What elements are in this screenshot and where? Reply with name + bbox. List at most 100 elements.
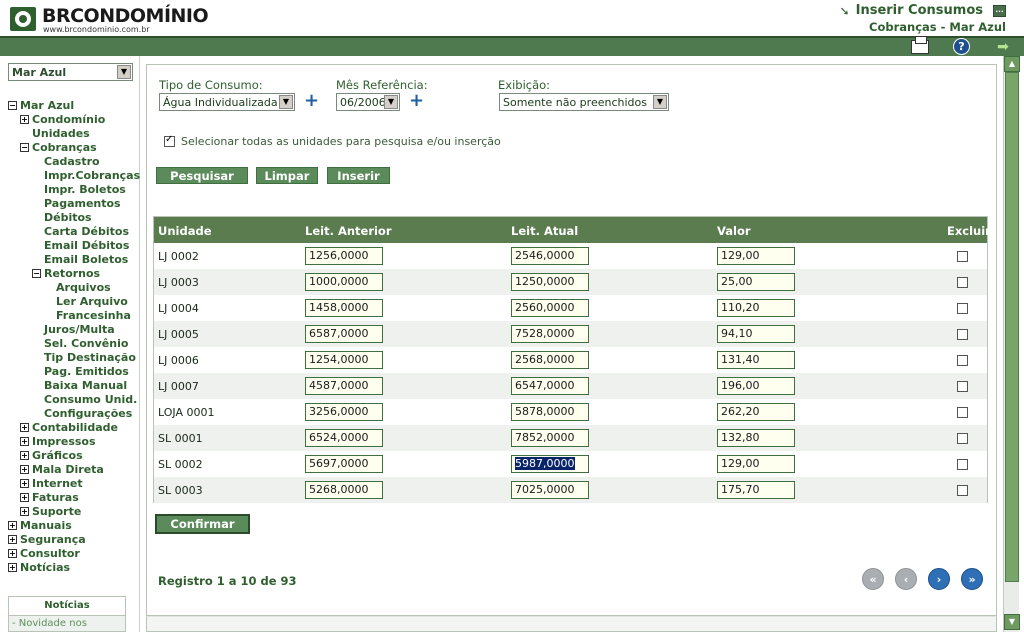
- leit-anterior-input[interactable]: 5268,0000: [305, 481, 383, 499]
- sidebar-item[interactable]: Pagamentos: [8, 196, 138, 210]
- sidebar-item[interactable]: Email Boletos: [8, 252, 138, 266]
- mes-referencia-select[interactable]: 06/2006 ▼: [336, 93, 400, 111]
- exit-icon[interactable]: ➡: [994, 39, 1012, 55]
- expand-icon[interactable]: +: [20, 478, 29, 488]
- sidebar-item[interactable]: + Internet: [8, 476, 138, 490]
- prev-page-icon[interactable]: ‹: [895, 568, 917, 590]
- leit-anterior-input[interactable]: 1000,0000: [305, 273, 383, 291]
- first-page-icon[interactable]: «: [862, 568, 884, 590]
- last-page-icon[interactable]: »: [961, 568, 983, 590]
- sidebar-item[interactable]: + Mala Direta: [8, 462, 138, 476]
- expand-icon[interactable]: +: [20, 492, 29, 502]
- sidebar-item[interactable]: + Consultor: [8, 546, 138, 560]
- sidebar-item[interactable]: Configurações: [8, 406, 138, 420]
- expand-icon[interactable]: +: [8, 534, 17, 544]
- leit-anterior-input[interactable]: 1254,0000: [305, 351, 383, 369]
- leit-atual-input[interactable]: 5878,0000: [511, 403, 589, 421]
- excluir-checkbox[interactable]: [957, 303, 968, 314]
- confirmar-button[interactable]: Confirmar: [155, 514, 250, 534]
- leit-atual-input[interactable]: 7528,0000: [511, 325, 589, 343]
- page-scrollbar[interactable]: ▲ ▼: [1003, 56, 1020, 632]
- valor-input[interactable]: 196,00: [717, 377, 795, 395]
- valor-input[interactable]: 25,00: [717, 273, 795, 291]
- sidebar-item[interactable]: Impr.Cobranças: [8, 168, 140, 182]
- sidebar-item[interactable]: − Retornos: [8, 266, 138, 280]
- chevron-down-icon[interactable]: ▼: [279, 95, 293, 109]
- leit-anterior-input[interactable]: 1256,0000: [305, 247, 383, 265]
- valor-input[interactable]: 262,20: [717, 403, 795, 421]
- sidebar-item[interactable]: Pag. Emitidos: [8, 364, 138, 378]
- add-mes-icon[interactable]: +: [409, 92, 424, 110]
- leit-anterior-input[interactable]: 6524,0000: [305, 429, 383, 447]
- help-icon[interactable]: ?: [953, 38, 970, 55]
- valor-input[interactable]: 110,20: [717, 299, 795, 317]
- expand-icon[interactable]: +: [20, 464, 29, 474]
- excluir-checkbox[interactable]: [957, 433, 968, 444]
- valor-input[interactable]: 175,70: [717, 481, 795, 499]
- printer-icon[interactable]: [911, 35, 929, 54]
- collapse-icon[interactable]: −: [20, 142, 29, 152]
- valor-input[interactable]: 129,00: [717, 247, 795, 265]
- leit-atual-input[interactable]: 2568,0000: [511, 351, 589, 369]
- sidebar-item[interactable]: Tip Destinação: [8, 350, 138, 364]
- expand-icon[interactable]: +: [20, 422, 29, 432]
- chevron-down-icon[interactable]: ▼: [653, 95, 667, 109]
- leit-atual-input[interactable]: 7852,0000: [511, 429, 589, 447]
- leit-atual-input[interactable]: 2546,0000: [511, 247, 589, 265]
- valor-input[interactable]: 129,00: [717, 455, 795, 473]
- next-page-icon[interactable]: ›: [928, 568, 950, 590]
- leit-anterior-input[interactable]: 4587,0000: [305, 377, 383, 395]
- expand-icon[interactable]: +: [20, 436, 29, 446]
- tipo-consumo-select[interactable]: Água Individualizada ▼: [159, 93, 295, 111]
- chevron-down-icon[interactable]: ▼: [117, 65, 131, 79]
- leit-anterior-input[interactable]: 3256,0000: [305, 403, 383, 421]
- sidebar-item[interactable]: + Gráficos: [8, 448, 138, 462]
- sidebar-item[interactable]: Sel. Convênio: [8, 336, 138, 350]
- inserir-button[interactable]: Inserir: [327, 167, 390, 184]
- excluir-checkbox[interactable]: [957, 485, 968, 496]
- excluir-checkbox[interactable]: [957, 407, 968, 418]
- leit-atual-input[interactable]: 7025,0000: [511, 481, 589, 499]
- select-all-checkbox[interactable]: [164, 134, 175, 147]
- excluir-checkbox[interactable]: [957, 381, 968, 392]
- sidebar-item[interactable]: + Contabilidade: [8, 420, 138, 434]
- excluir-checkbox[interactable]: [957, 251, 968, 262]
- exibicao-select[interactable]: Somente não preenchidos ▼: [499, 93, 669, 111]
- more-options-icon[interactable]: ...: [993, 4, 1006, 17]
- sidebar-item[interactable]: + Faturas: [8, 490, 138, 504]
- collapse-icon[interactable]: −: [32, 268, 41, 278]
- excluir-checkbox[interactable]: [957, 459, 968, 470]
- sidebar-item[interactable]: Baixa Manual: [8, 378, 138, 392]
- sidebar-item[interactable]: Impr. Boletos: [8, 182, 138, 196]
- expand-icon[interactable]: +: [20, 450, 29, 460]
- collapse-icon[interactable]: −: [8, 100, 17, 110]
- sidebar-item[interactable]: Unidades: [8, 126, 138, 140]
- sidebar-item[interactable]: Carta Débitos: [8, 224, 138, 238]
- valor-input[interactable]: 94,10: [717, 325, 795, 343]
- expand-icon[interactable]: +: [8, 548, 17, 558]
- sidebar-item[interactable]: + Manuais: [8, 518, 138, 532]
- limpar-button[interactable]: Limpar: [256, 167, 318, 184]
- excluir-checkbox[interactable]: [957, 355, 968, 366]
- excluir-checkbox[interactable]: [957, 277, 968, 288]
- scroll-up-icon[interactable]: ▲: [1004, 56, 1020, 72]
- excluir-checkbox[interactable]: [957, 329, 968, 340]
- expand-icon[interactable]: +: [8, 562, 17, 572]
- leit-atual-input[interactable]: 1250,0000: [511, 273, 589, 291]
- scroll-down-icon[interactable]: ▼: [1004, 614, 1020, 630]
- leit-atual-input[interactable]: 5987,0000: [511, 455, 589, 473]
- expand-icon[interactable]: +: [8, 520, 17, 530]
- expand-icon[interactable]: +: [20, 506, 29, 516]
- leit-anterior-input[interactable]: 5697,0000: [305, 455, 383, 473]
- sidebar-item[interactable]: Cadastro: [8, 154, 138, 168]
- sidebar-item[interactable]: + Suporte: [8, 504, 138, 518]
- chevron-down-icon[interactable]: ▼: [384, 95, 398, 109]
- news-item[interactable]: - Novidade nos: [9, 616, 125, 631]
- leit-anterior-input[interactable]: 6587,0000: [305, 325, 383, 343]
- condo-select[interactable]: Mar Azul ▼: [8, 63, 133, 81]
- leit-anterior-input[interactable]: 1458,0000: [305, 299, 383, 317]
- sidebar-item[interactable]: Email Débitos: [8, 238, 138, 252]
- sidebar-item[interactable]: + Notícias: [8, 560, 138, 574]
- sidebar-item[interactable]: − Cobranças: [8, 140, 138, 154]
- valor-input[interactable]: 131,40: [717, 351, 795, 369]
